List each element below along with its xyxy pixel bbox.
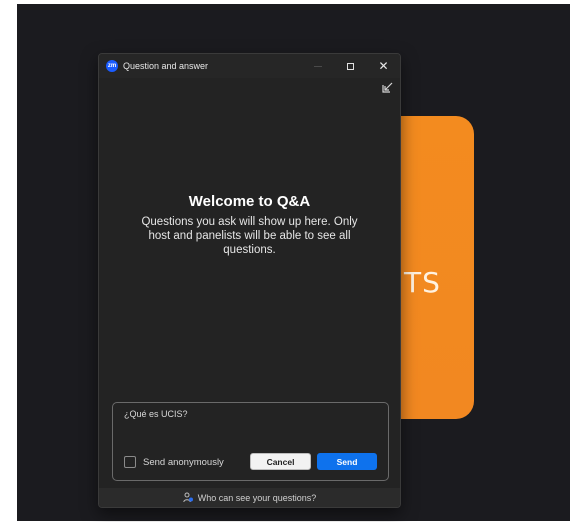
welcome-title: Welcome to Q&A: [188, 193, 311, 210]
question-composer[interactable]: ¿Qué es UCIS? Send anonymously Cancel Se…: [112, 402, 389, 481]
qa-window: zm Question and answer ✕ Welcome to Q&A …: [98, 53, 401, 508]
anonymous-checkbox[interactable]: [124, 456, 136, 468]
anonymous-label: Send anonymously: [143, 456, 224, 468]
send-button[interactable]: Send: [317, 453, 377, 470]
shared-content-text: TS: [404, 266, 441, 299]
who-can-see-link[interactable]: Who can see your questions?: [99, 488, 400, 507]
title-bar[interactable]: zm Question and answer ✕: [99, 54, 400, 78]
window-controls: ✕: [301, 54, 400, 78]
send-anonymously-toggle[interactable]: Send anonymously: [124, 456, 224, 468]
people-icon: [183, 492, 193, 503]
who-can-see-label: Who can see your questions?: [197, 492, 317, 503]
window-title: Question and answer: [123, 61, 209, 71]
welcome-panel: Welcome to Q&A Questions you ask will sh…: [99, 193, 400, 257]
minimize-icon: [313, 65, 322, 67]
pop-in-button[interactable]: [381, 81, 394, 94]
question-input[interactable]: ¿Qué es UCIS?: [124, 409, 188, 419]
close-button[interactable]: ✕: [367, 54, 400, 78]
minimize-button[interactable]: [301, 54, 334, 78]
welcome-description: Questions you ask will show up here. Onl…: [141, 216, 358, 256]
maximize-button[interactable]: [334, 54, 367, 78]
close-icon: ✕: [378, 59, 389, 73]
pop-in-icon: [382, 82, 393, 93]
cancel-button[interactable]: Cancel: [250, 453, 311, 470]
zoom-logo-icon: zm: [106, 60, 118, 72]
maximize-icon: [347, 62, 354, 70]
